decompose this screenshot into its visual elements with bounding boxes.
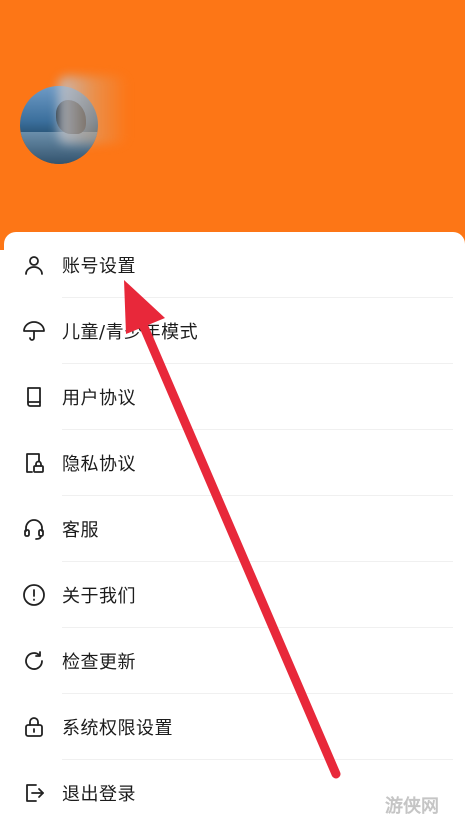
lock-icon — [20, 713, 48, 741]
privacy-lock-icon — [20, 449, 48, 477]
headset-icon — [20, 515, 48, 543]
menu-item-label: 系统权限设置 — [62, 718, 173, 739]
logout-icon — [20, 779, 48, 807]
menu-item-label: 儿童/青少年模式 — [62, 322, 199, 343]
info-icon — [20, 581, 48, 609]
menu-item-label: 用户协议 — [62, 388, 136, 409]
menu-item-user-agreement[interactable]: 用户协议 — [4, 364, 465, 430]
menu-item-label: 隐私协议 — [62, 454, 136, 475]
menu-item-label: 检查更新 — [62, 652, 136, 673]
menu-item-check-update[interactable]: 检查更新 — [4, 628, 465, 694]
user-icon — [20, 251, 48, 279]
watermark: 游侠网 — [385, 796, 439, 817]
menu-item-privacy-policy[interactable]: 隐私协议 — [4, 430, 465, 496]
menu-item-about-us[interactable]: 关于我们 — [4, 562, 465, 628]
menu-item-label: 客服 — [62, 520, 99, 541]
menu-item-account-settings[interactable]: 账号设置 — [4, 232, 465, 298]
menu-item-system-permissions[interactable]: 系统权限设置 — [4, 694, 465, 760]
menu-item-youth-mode[interactable]: 儿童/青少年模式 — [4, 298, 465, 364]
blurred-username — [58, 76, 128, 144]
settings-menu: 账号设置 儿童/青少年模式 用户协议 隐私协议 客服 关于我们 检查更新 系统权… — [4, 232, 465, 838]
book-icon — [20, 383, 48, 411]
menu-item-label: 账号设置 — [62, 256, 136, 277]
menu-item-customer-service[interactable]: 客服 — [4, 496, 465, 562]
umbrella-icon — [20, 317, 48, 345]
profile-header — [0, 0, 465, 250]
menu-item-label: 关于我们 — [62, 586, 136, 607]
refresh-icon — [20, 647, 48, 675]
menu-item-label: 退出登录 — [62, 784, 136, 805]
